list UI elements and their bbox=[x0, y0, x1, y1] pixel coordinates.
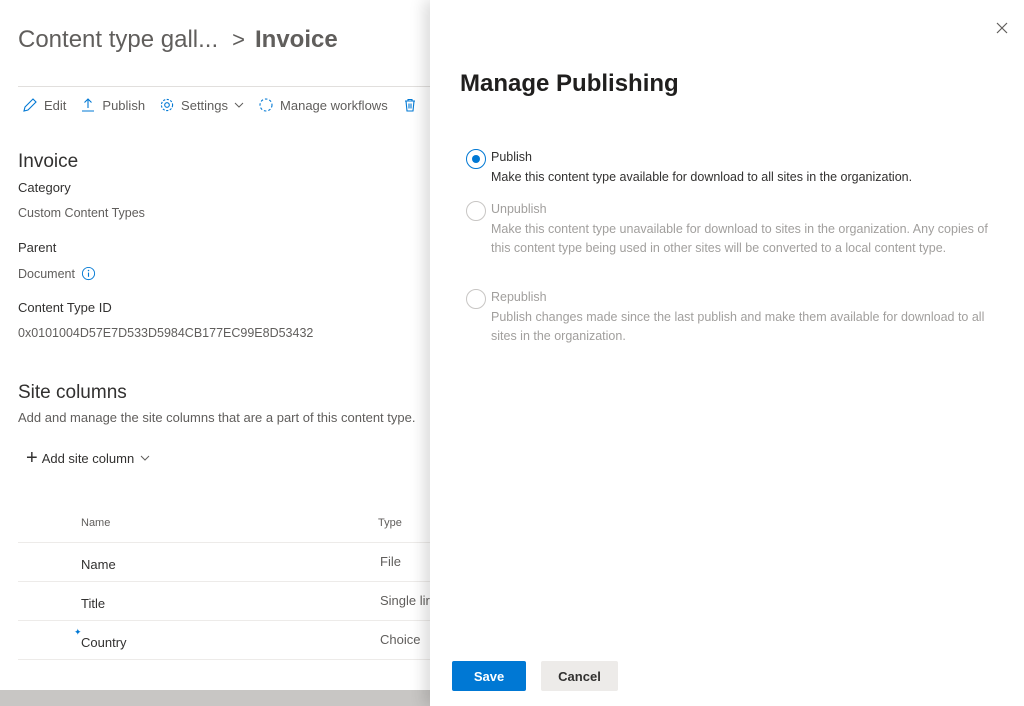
republish-radio bbox=[466, 289, 486, 309]
publish-option-label: Publish bbox=[491, 150, 532, 164]
edit-label: Edit bbox=[44, 97, 67, 113]
horizontal-scrollbar[interactable] bbox=[0, 690, 430, 706]
table-row[interactable]: Name File bbox=[18, 543, 430, 582]
content-type-id-label: Content Type ID bbox=[18, 300, 112, 315]
column-header-name[interactable]: Name bbox=[81, 517, 110, 529]
row-name: Country bbox=[81, 635, 127, 650]
chevron-down-icon bbox=[140, 455, 150, 461]
parent-label: Parent bbox=[18, 240, 57, 255]
manage-workflows-button[interactable]: Manage workflows bbox=[258, 97, 388, 113]
upload-icon bbox=[82, 98, 95, 112]
table-row[interactable]: ✦ Country Choice bbox=[18, 621, 430, 660]
site-columns-table: Name Type Name File Title Single lir ✦ C… bbox=[18, 508, 430, 660]
publish-option-description: Make this content type available for dow… bbox=[491, 170, 913, 184]
settings-label: Settings bbox=[181, 97, 229, 113]
info-icon[interactable] bbox=[81, 266, 96, 281]
add-site-column-label: Add site column bbox=[41, 450, 135, 466]
trash-icon bbox=[404, 98, 415, 112]
row-type: File bbox=[380, 554, 401, 569]
manage-workflows-label: Manage workflows bbox=[280, 97, 388, 113]
republish-option-label: Republish bbox=[491, 290, 547, 304]
content-type-title: Invoice bbox=[18, 151, 79, 172]
row-type: Choice bbox=[380, 632, 421, 647]
column-header-type[interactable]: Type bbox=[378, 517, 402, 529]
category-value: Custom Content Types bbox=[18, 206, 145, 220]
gear-icon bbox=[160, 98, 174, 112]
plus-icon: + bbox=[26, 447, 38, 469]
workflow-icon bbox=[259, 98, 273, 112]
unpublish-option-label: Unpublish bbox=[491, 202, 547, 216]
unpublish-radio bbox=[466, 201, 486, 221]
manage-publishing-panel: Manage Publishing Publish Make this cont… bbox=[430, 0, 1024, 706]
parent-value-text: Document bbox=[18, 266, 75, 281]
pencil-icon bbox=[23, 98, 37, 112]
breadcrumb-root-link[interactable]: Content type gall... bbox=[18, 26, 218, 54]
edit-button[interactable]: Edit bbox=[22, 97, 66, 113]
breadcrumb: Content type gall... > Invoice bbox=[18, 26, 338, 54]
breadcrumb-current: Invoice bbox=[254, 26, 338, 53]
row-type: Single lir bbox=[380, 593, 430, 608]
add-site-column-button[interactable]: + Add site column bbox=[26, 447, 150, 469]
cancel-button[interactable]: Cancel bbox=[541, 661, 618, 691]
panel-title: Manage Publishing bbox=[460, 70, 679, 97]
delete-button[interactable] bbox=[402, 97, 424, 113]
site-columns-description: Add and manage the site columns that are… bbox=[18, 410, 416, 425]
publish-radio[interactable] bbox=[466, 149, 486, 169]
command-bar: Edit Publish Settings Manage workflows bbox=[22, 97, 438, 113]
unpublish-option-description: Make this content type unavailable for d… bbox=[491, 222, 988, 255]
save-button[interactable]: Save bbox=[452, 661, 526, 691]
row-name: Name bbox=[81, 557, 116, 572]
republish-option-description: Publish changes made since the last publ… bbox=[491, 310, 985, 343]
divider bbox=[18, 86, 438, 87]
close-icon[interactable] bbox=[994, 20, 1010, 36]
site-columns-title: Site columns bbox=[18, 382, 127, 403]
content-type-id-value: 0x0101004D57E7D533D5984CB177EC99E8D53432 bbox=[18, 326, 314, 340]
table-header: Name Type bbox=[18, 508, 430, 543]
row-name: Title bbox=[81, 596, 106, 611]
category-label: Category bbox=[18, 180, 71, 195]
table-row[interactable]: Title Single lir bbox=[18, 582, 430, 621]
parent-value: Document bbox=[18, 266, 96, 281]
breadcrumb-separator: > bbox=[232, 27, 245, 52]
publish-button[interactable]: Publish bbox=[80, 97, 145, 113]
publish-label: Publish bbox=[102, 97, 146, 113]
chevron-down-icon bbox=[234, 102, 244, 108]
settings-button[interactable]: Settings bbox=[159, 97, 244, 113]
